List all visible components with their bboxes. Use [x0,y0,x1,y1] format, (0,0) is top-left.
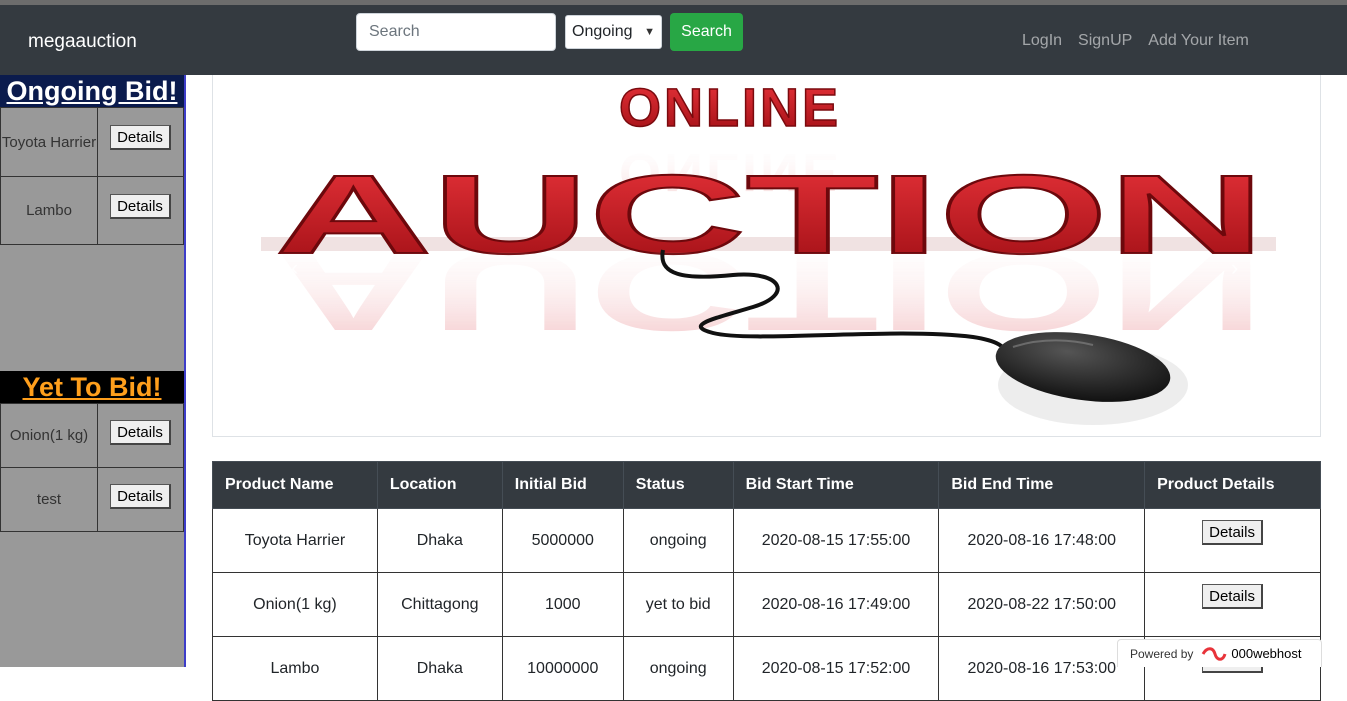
carousel-next-icon[interactable]: › [1231,255,1238,281]
col-product-name: Product Name [212,461,378,509]
status-filter-value: Ongoing [572,23,633,40]
cell-product-name: Toyota Harrier [212,508,378,573]
cell-product-name: Onion(1 kg) [212,572,378,637]
list-item: test Details [0,467,184,532]
banner-online-text: ONLINE [619,78,841,138]
signup-link[interactable]: SignUP [1078,32,1132,50]
cell-status: ongoing [622,636,734,701]
col-initial-bid: Initial Bid [501,461,624,509]
cell-product-name: Lambo [212,636,378,701]
cell-bid-start: 2020-08-16 17:49:00 [732,572,940,637]
carousel-prev-icon[interactable]: ‹ [291,255,298,281]
auction-carousel: ONLINE ONLINE AUCTION AUCTION ‹ › [212,75,1321,437]
navbar: megaauction Ongoing ▼ Search LogIn SignU… [0,5,1347,75]
details-button[interactable]: Details [110,125,171,150]
cell-location: Dhaka [376,508,503,573]
sidebar: Ongoing Bid! Toyota Harrier Details Lamb… [0,75,186,667]
list-item: Lambo Details [0,176,184,245]
item-name: Onion(1 kg) [0,403,98,468]
cell-bid-end: 2020-08-22 17:50:00 [938,572,1146,637]
webhost-label: 000webhost [1231,646,1302,661]
powered-by-badge[interactable]: Powered by 000webhost [1117,639,1322,667]
col-product-details: Product Details [1144,461,1321,509]
ongoing-bid-heading: Ongoing Bid! [0,75,184,107]
cell-initial-bid: 5000000 [501,508,624,573]
table-row: Onion(1 kg) Chittagong 1000 yet to bid 2… [212,572,1321,637]
cell-bid-end: 2020-08-16 17:48:00 [938,508,1146,573]
col-status: Status [622,461,734,509]
table-header-row: Product Name Location Initial Bid Status… [212,461,1321,509]
login-link[interactable]: LogIn [1022,32,1062,50]
details-button[interactable]: Details [110,420,171,445]
table-row: Toyota Harrier Dhaka 5000000 ongoing 202… [212,508,1321,573]
details-button[interactable]: Details [1202,584,1263,609]
cell-status: yet to bid [622,572,734,637]
list-item: Toyota Harrier Details [0,107,184,177]
details-button[interactable]: Details [110,484,171,509]
yet-to-bid-list: Onion(1 kg) Details test Details [0,403,184,532]
col-location: Location [376,461,503,509]
powered-by-label: Powered by [1130,646,1194,661]
brand-logo[interactable]: megaauction [28,31,137,53]
cell-location: Chittagong [376,572,503,637]
ongoing-list: Toyota Harrier Details Lambo Details [0,107,184,245]
col-bid-end-time: Bid End Time [938,461,1146,509]
yet-to-bid-heading: Yet To Bid! [0,371,184,403]
item-name: test [0,467,98,532]
cell-bid-end: 2020-08-16 17:53:00 [938,636,1146,701]
cell-status: ongoing [622,508,734,573]
search-button[interactable]: Search [670,13,743,51]
cell-bid-start: 2020-08-15 17:52:00 [732,636,940,701]
nav-links: LogIn SignUP Add Your Item [1022,32,1265,50]
cell-location: Dhaka [376,636,503,701]
item-name: Toyota Harrier [0,107,98,177]
item-name: Lambo [0,176,98,245]
online-auction-banner-image: ONLINE ONLINE AUCTION AUCTION [261,77,1276,425]
cell-initial-bid: 10000000 [501,636,624,701]
cell-initial-bid: 1000 [501,572,624,637]
col-bid-start-time: Bid Start Time [732,461,940,509]
chevron-down-icon: ▼ [644,26,655,38]
cell-bid-start: 2020-08-15 17:55:00 [732,508,940,573]
add-item-link[interactable]: Add Your Item [1148,32,1249,50]
search-input[interactable] [356,13,556,51]
details-button[interactable]: Details [110,194,171,219]
webhost-logo-icon [1202,646,1227,661]
details-button[interactable]: Details [1202,520,1263,545]
status-filter-select[interactable]: Ongoing ▼ [565,15,662,49]
list-item: Onion(1 kg) Details [0,403,184,468]
